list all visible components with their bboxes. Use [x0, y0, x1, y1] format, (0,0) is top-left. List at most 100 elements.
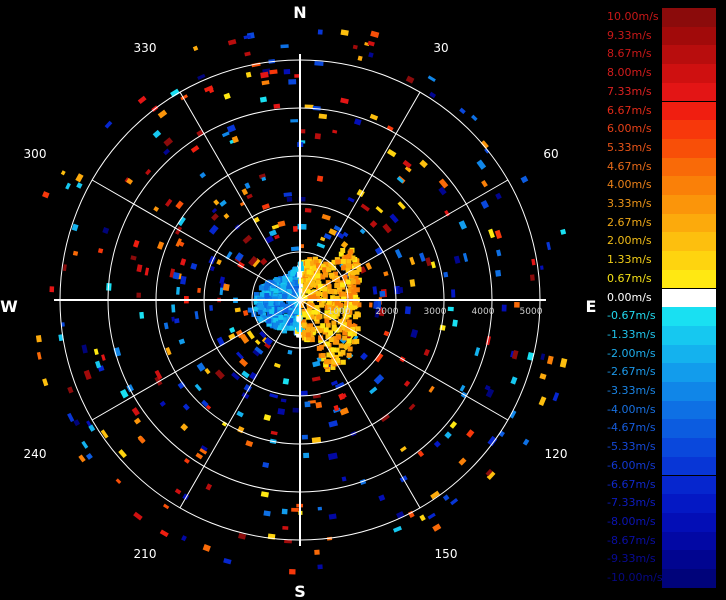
- legend-label: -8.00m/s: [607, 514, 656, 528]
- echo-cell: [305, 332, 311, 338]
- echo-cell: [350, 279, 356, 285]
- echo-cell: [340, 359, 346, 365]
- echo-cell: [355, 326, 361, 332]
- legend-label: -7.33m/s: [607, 496, 656, 510]
- legend-swatch: [662, 400, 716, 420]
- legend-label: 2.67m/s: [607, 215, 652, 229]
- legend-item: 0.67m/s: [600, 269, 726, 289]
- legend-label: -10.00m/s: [607, 571, 663, 584]
- radar-plot: N S E W 30 60 120 150 210 240 300 330 10…: [0, 0, 600, 600]
- echo-cell: [341, 265, 347, 271]
- velocity-bin: [447, 306, 454, 312]
- legend-swatch: [662, 475, 716, 495]
- echo-cell: [355, 279, 361, 285]
- velocity-bin: [397, 286, 404, 294]
- echo-cell: [340, 349, 346, 355]
- range-label-2000: 2000: [376, 307, 399, 317]
- velocity-bin: [301, 434, 308, 440]
- legend-label: 8.00m/s: [607, 66, 652, 80]
- velocity-bin: [304, 208, 312, 213]
- legend-item: -5.33m/s: [600, 438, 726, 457]
- echo-cell: [281, 293, 287, 299]
- legend-item: -2.00m/s: [600, 344, 726, 364]
- azimuth-label-150: 150: [435, 547, 458, 561]
- legend-item: -10.00m/s: [600, 569, 726, 588]
- echo-cell: [316, 345, 322, 351]
- legend-item: 10.00m/s: [600, 8, 726, 27]
- legend-item: -7.33m/s: [600, 494, 726, 513]
- velocity-bin: [176, 286, 180, 295]
- echo-cell: [325, 322, 331, 328]
- legend-label: -4.00m/s: [607, 402, 656, 416]
- velocity-bin: [35, 334, 42, 343]
- legend-item: 2.67m/s: [600, 213, 726, 233]
- velocity-bin: [277, 408, 286, 416]
- legend-item: 4.00m/s: [600, 176, 726, 195]
- echo-cell: [257, 309, 263, 315]
- legend-label: 2.00m/s: [607, 234, 652, 248]
- legend-label: 0.00m/s: [607, 290, 652, 304]
- legend-swatch: [662, 176, 716, 195]
- echo-cell: [335, 259, 341, 265]
- velocity-bin: [136, 292, 141, 298]
- legend-swatch: [662, 307, 716, 326]
- velocity-bin: [49, 286, 55, 293]
- velocity-bin: [289, 569, 296, 575]
- legend-swatch: [662, 512, 716, 532]
- legend-swatch: [662, 438, 716, 457]
- velocity-bin: [297, 223, 307, 230]
- echo-cell: [346, 253, 352, 259]
- legend-item: 5.33m/s: [600, 138, 726, 158]
- velocity-bin: [379, 290, 386, 297]
- legend-swatch: [662, 120, 716, 139]
- echo-cell: [275, 277, 281, 283]
- echo-cell: [320, 323, 326, 329]
- velocity-bin: [452, 319, 458, 327]
- echo-cell: [280, 302, 286, 308]
- echo-cell: [347, 331, 353, 337]
- legend-swatch: [662, 382, 716, 401]
- velocity-bin: [300, 129, 306, 134]
- echo-cell: [340, 247, 346, 253]
- echo-cell: [346, 338, 352, 344]
- legend-swatch: [662, 456, 716, 476]
- echo-cell: [331, 347, 337, 353]
- echo-cell: [331, 320, 337, 326]
- velocity-bin: [495, 269, 502, 277]
- legend-item: 7.33m/s: [600, 82, 726, 102]
- legend-swatch: [662, 213, 716, 233]
- echo-cell: [316, 291, 322, 297]
- echo-cell: [323, 272, 329, 278]
- echo-cell: [278, 314, 284, 320]
- legend-label: -6.00m/s: [607, 458, 656, 472]
- echo-cell: [336, 334, 342, 340]
- echo-cell: [268, 300, 274, 306]
- legend-swatch: [662, 251, 716, 270]
- legend-item: -8.00m/s: [600, 512, 726, 532]
- legend-item: -8.67m/s: [600, 531, 726, 551]
- echo-cell: [354, 269, 360, 275]
- legend-swatch: [662, 157, 716, 177]
- legend-label: 6.67m/s: [607, 103, 652, 117]
- velocity-bin: [234, 307, 241, 313]
- velocity-bin: [222, 283, 230, 292]
- velocity-bin: [314, 133, 321, 140]
- legend-item: 9.33m/s: [600, 26, 726, 46]
- legend-item: -2.67m/s: [600, 363, 726, 382]
- velocity-bin: [443, 271, 449, 278]
- echo-cell: [311, 265, 317, 271]
- velocity-bin: [282, 378, 290, 385]
- velocity-bin: [286, 196, 293, 202]
- legend-label: -3.33m/s: [607, 384, 656, 397]
- velocity-bin: [273, 103, 281, 109]
- echo-cell: [273, 322, 279, 328]
- velocity-bin: [451, 289, 456, 298]
- echo-cell: [290, 271, 296, 277]
- range-label-5000: 5000: [520, 307, 543, 317]
- legend-item: 4.67m/s: [600, 157, 726, 177]
- legend-item: 0.00m/s: [600, 288, 726, 308]
- echo-cell: [281, 275, 287, 281]
- velocity-bin: [317, 29, 323, 35]
- echo-cell: [306, 269, 312, 275]
- legend-swatch: [662, 569, 716, 588]
